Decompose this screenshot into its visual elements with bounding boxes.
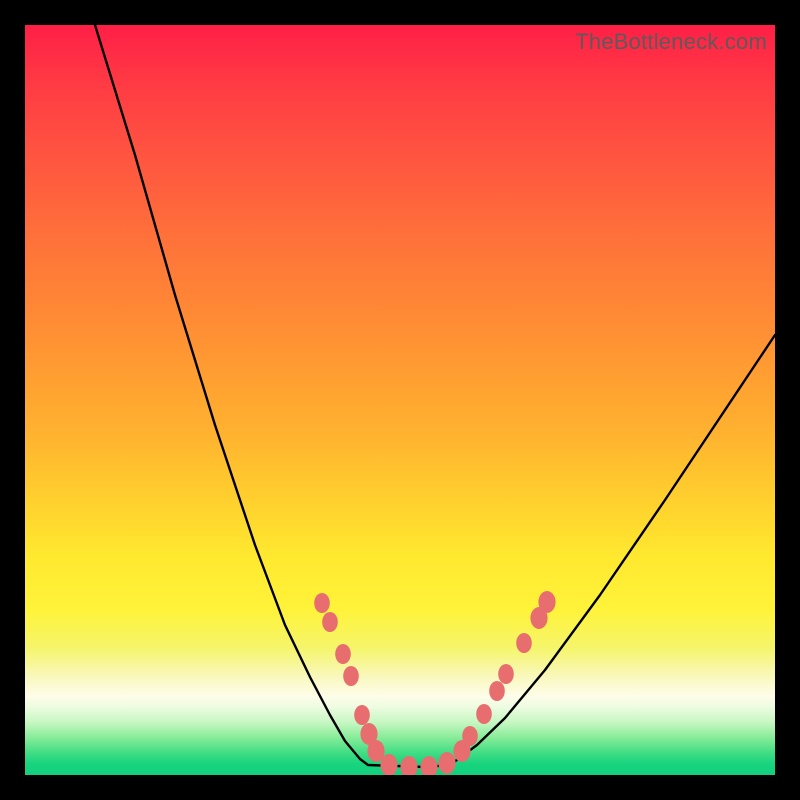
data-dot (462, 726, 478, 746)
data-dot (380, 754, 397, 775)
data-dot (343, 666, 359, 686)
curve-path (95, 25, 775, 767)
data-dot (354, 705, 370, 725)
data-dot (498, 664, 514, 684)
data-dot (438, 752, 455, 774)
data-dot (516, 633, 532, 653)
data-dot (335, 644, 351, 664)
chart-frame: TheBottleneck.com (0, 0, 800, 800)
data-dot (489, 681, 505, 701)
bottleneck-curve (25, 25, 775, 775)
data-dot (538, 591, 555, 613)
data-dot (476, 704, 492, 724)
data-dot (314, 593, 330, 613)
data-dot (322, 612, 338, 632)
data-dot (420, 756, 437, 775)
plot-area: TheBottleneck.com (25, 25, 775, 775)
data-dot (400, 756, 417, 775)
